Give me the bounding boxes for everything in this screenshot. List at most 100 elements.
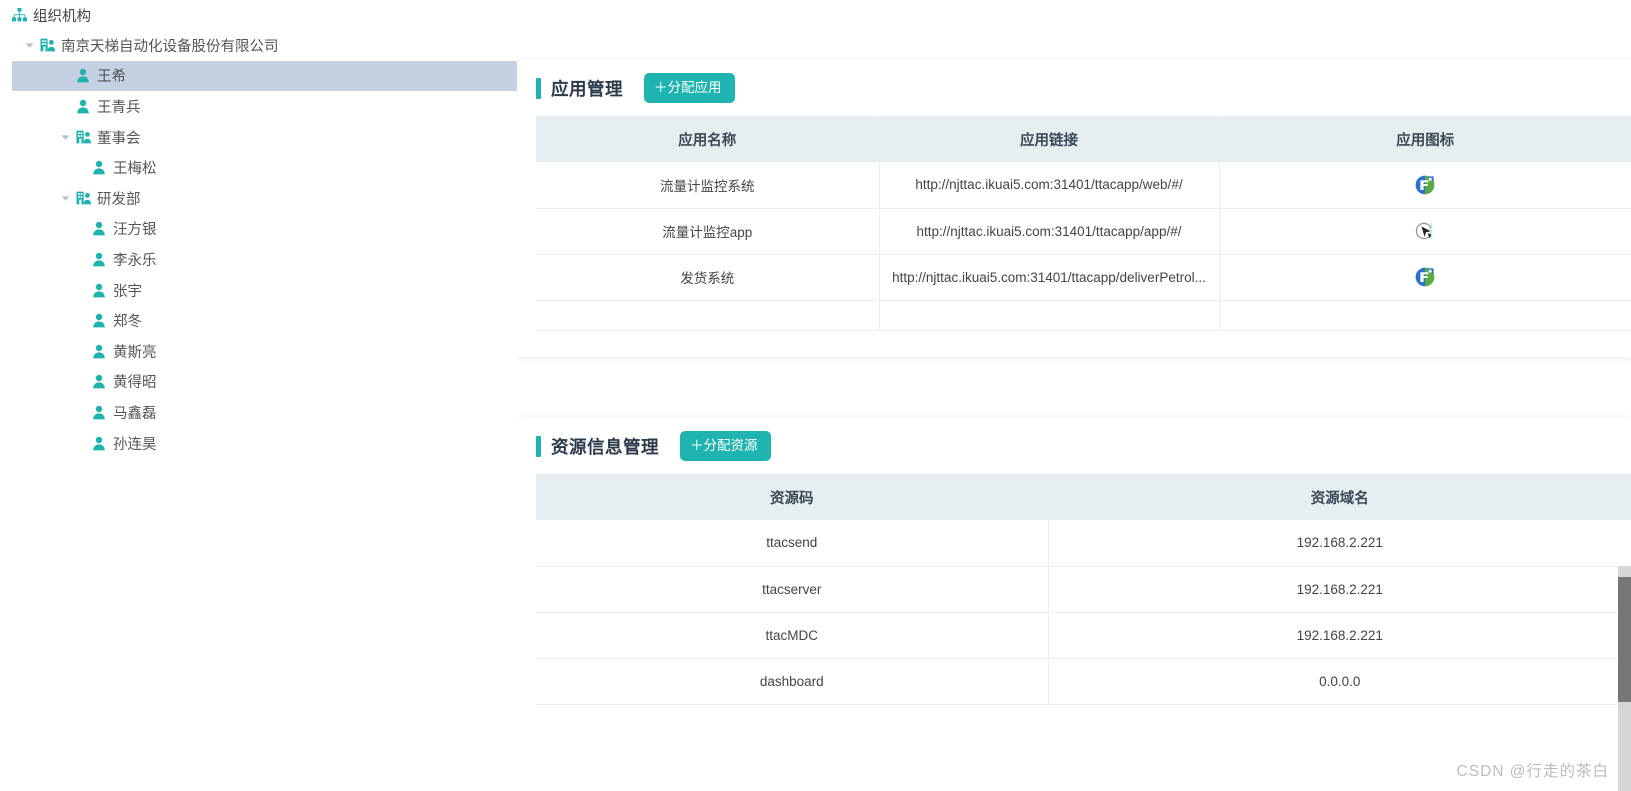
cell-app-link: http://njttac.ikuai5.com:31401/ttacapp/w…: [878, 162, 1219, 209]
application-table-row[interactable]: 发货系统 http://njttac.ikuai5.com:31401/ttaca…: [536, 254, 1631, 301]
watermark: CSDN @行走的茶白: [1456, 763, 1609, 780]
tree-node-list: 南京天梯自动化设备股份有限公司王希王青兵董事会王梅松研发部汪方银李永乐张宇郑冬黄…: [0, 30, 517, 458]
accent-bar: [536, 435, 541, 457]
org-icon: [38, 38, 56, 52]
resource-table-header-row: 资源码 资源域名: [536, 474, 1631, 520]
resource-table-row[interactable]: ttacserver 192.168.2.221: [536, 566, 1631, 613]
person-icon: [90, 221, 108, 236]
cell-app-icon: [1218, 162, 1631, 209]
chevron-down-icon[interactable]: [58, 194, 72, 203]
tree-node-label: 王希: [97, 69, 126, 86]
tree-node-3[interactable]: 董事会: [12, 122, 517, 153]
tree-node-7[interactable]: 李永乐: [12, 244, 517, 275]
resource-management-card: 资源信息管理 ＋分配资源 资源码 资源域名 ttacsend 192.168.2.…: [517, 418, 1631, 791]
column-header-app-icon: 应用图标: [1218, 116, 1631, 162]
cell-resource-code: dashboard: [536, 658, 1048, 705]
person-icon: [74, 99, 92, 114]
person-icon: [90, 160, 108, 175]
resource-table-row[interactable]: ttacMDC 192.168.2.221: [536, 612, 1631, 659]
vertical-scrollbar-thumb[interactable]: [1618, 577, 1631, 702]
resource-table-row[interactable]: dashboard 0.0.0.0: [536, 658, 1631, 705]
tree-node-label: 黄得昭: [113, 375, 157, 392]
column-header-app-name: 应用名称: [536, 116, 879, 162]
person-icon: [90, 374, 108, 389]
tree-node-0[interactable]: 南京天梯自动化设备股份有限公司: [12, 30, 517, 61]
resource-card-title: 资源信息管理: [551, 436, 659, 457]
tree-root-label: 组织机构: [33, 8, 91, 25]
main-content: 应用管理 ＋分配应用 应用名称 应用链接 应用图标 流量计监控系统 http://…: [517, 0, 1631, 791]
resource-card-header: 资源信息管理 ＋分配资源: [517, 418, 1631, 474]
tree-node-8[interactable]: 张宇: [12, 275, 517, 306]
application-table-row[interactable]: 流量计监控系统 http://njttac.ikuai5.com:31401/tt…: [536, 162, 1631, 209]
person-icon: [74, 68, 92, 83]
person-icon: [90, 436, 108, 451]
tree-node-label: 研发部: [97, 191, 141, 208]
tree-node-label: 马鑫磊: [113, 405, 157, 422]
empty-cell: [536, 300, 879, 331]
cell-resource-domain: 0.0.0.0: [1047, 658, 1631, 705]
tree-node-1[interactable]: 王希: [12, 60, 517, 92]
application-card-header: 应用管理 ＋分配应用: [517, 60, 1631, 116]
cell-app-icon: [1218, 208, 1631, 255]
tree-node-label: 黄斯亮: [113, 344, 157, 361]
application-table: 应用名称 应用链接 应用图标 流量计监控系统 http://njttac.ikua…: [536, 116, 1631, 331]
tree-node-label: 郑冬: [113, 314, 142, 331]
column-header-resource-code: 资源码: [536, 474, 1048, 520]
cell-resource-domain: 192.168.2.221: [1047, 520, 1631, 567]
cell-resource-code: ttacserver: [536, 566, 1048, 613]
sitemap-icon: [10, 8, 28, 22]
assign-resource-button[interactable]: ＋分配资源: [680, 430, 771, 462]
resource-table-row[interactable]: ttacsend 192.168.2.221: [536, 520, 1631, 567]
application-management-card: 应用管理 ＋分配应用 应用名称 应用链接 应用图标 流量计监控系统 http://…: [517, 60, 1631, 357]
cell-resource-code: ttacsend: [536, 520, 1048, 567]
empty-cell: [1218, 300, 1631, 331]
app-logo-dark-cursor: [1415, 222, 1435, 240]
resource-table: 资源码 资源域名 ttacsend 192.168.2.221 ttacserver…: [536, 474, 1631, 705]
tree-node-11[interactable]: 黄得昭: [12, 367, 517, 398]
cell-app-link: http://njttac.ikuai5.com:31401/ttacapp/d…: [878, 254, 1219, 301]
tree-node-10[interactable]: 黄斯亮: [12, 336, 517, 367]
assign-application-button[interactable]: ＋分配应用: [644, 72, 735, 104]
column-header-app-link: 应用链接: [878, 116, 1219, 162]
cell-resource-domain: 192.168.2.221: [1047, 566, 1631, 613]
application-table-row[interactable]: 流量计监控app http://njttac.ikuai5.com:31401/t…: [536, 208, 1631, 255]
accent-bar: [536, 77, 541, 99]
cell-resource-domain: 192.168.2.221: [1047, 612, 1631, 659]
application-table-body: 流量计监控系统 http://njttac.ikuai5.com:31401/tt…: [536, 162, 1631, 331]
application-table-empty-row: [536, 300, 1631, 331]
person-icon: [90, 405, 108, 420]
app-logo-blue-green: [1415, 267, 1435, 287]
tree-node-label: 孙连昊: [113, 436, 157, 453]
tree-node-4[interactable]: 王梅松: [12, 152, 517, 183]
app-logo-blue-green: [1415, 175, 1435, 195]
cell-app-name: 流量计监控app: [536, 208, 879, 255]
tree-node-label: 张宇: [113, 283, 142, 300]
cell-app-name: 发货系统: [536, 254, 879, 301]
tree-node-label: 王梅松: [113, 161, 157, 178]
cell-app-icon: [1218, 254, 1631, 301]
tree-node-6[interactable]: 汪方银: [12, 214, 517, 245]
cell-resource-code: ttacMDC: [536, 612, 1048, 659]
cell-app-link: http://njttac.ikuai5.com:31401/ttacapp/a…: [878, 208, 1219, 255]
tree-node-13[interactable]: 孙连昊: [12, 428, 517, 459]
tree-node-label: 李永乐: [113, 252, 157, 269]
chevron-down-icon[interactable]: [58, 133, 72, 142]
tree-node-12[interactable]: 马鑫磊: [12, 397, 517, 428]
chevron-down-icon[interactable]: [22, 41, 36, 50]
tree-node-9[interactable]: 郑冬: [12, 305, 517, 336]
person-icon: [90, 283, 108, 298]
person-icon: [90, 252, 108, 267]
resource-table-body: ttacsend 192.168.2.221 ttacserver 192.168.2…: [536, 520, 1631, 705]
tree-node-2[interactable]: 王青兵: [12, 91, 517, 122]
org-icon: [74, 191, 92, 205]
column-header-resource-domain: 资源域名: [1047, 474, 1631, 520]
tree-node-label: 汪方银: [113, 222, 157, 239]
tree-node-label: 南京天梯自动化设备股份有限公司: [61, 38, 279, 55]
cell-app-name: 流量计监控系统: [536, 162, 879, 209]
tree-node-label: 董事会: [97, 130, 141, 147]
tree-root-node[interactable]: 组织机构: [0, 0, 517, 30]
tree-node-5[interactable]: 研发部: [12, 183, 517, 214]
application-card-title: 应用管理: [551, 78, 623, 99]
person-icon: [90, 344, 108, 359]
org-tree-panel: 组织机构 南京天梯自动化设备股份有限公司王希王青兵董事会王梅松研发部汪方银李永乐…: [0, 0, 517, 791]
